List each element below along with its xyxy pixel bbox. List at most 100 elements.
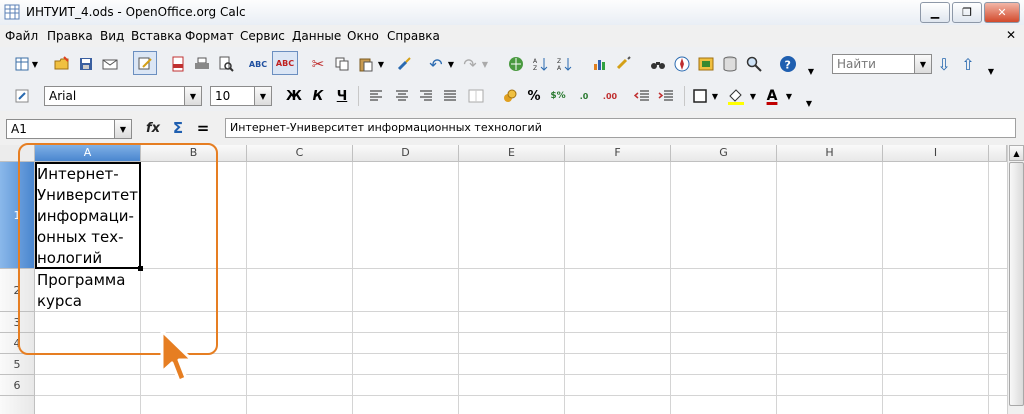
- column-header-g[interactable]: G: [671, 145, 777, 162]
- hyperlink-icon[interactable]: [506, 54, 526, 74]
- new-dropdown-icon[interactable]: ▼: [30, 54, 40, 74]
- navigator-icon[interactable]: [672, 54, 692, 74]
- underline-button[interactable]: Ч: [332, 86, 352, 106]
- borders-icon[interactable]: [690, 86, 710, 106]
- name-box[interactable]: A1 ▼: [6, 119, 132, 139]
- find-toolbar-options-icon[interactable]: ▼: [986, 61, 996, 81]
- find-previous-icon[interactable]: ⇧: [958, 54, 978, 74]
- column-header-d[interactable]: D: [353, 145, 459, 162]
- zoom-icon[interactable]: [744, 54, 764, 74]
- column-header-i[interactable]: I: [883, 145, 989, 162]
- datasources-icon[interactable]: [720, 54, 740, 74]
- bold-button[interactable]: Ж: [284, 86, 304, 106]
- edit-file-icon[interactable]: [133, 51, 157, 75]
- gridline: [988, 162, 989, 414]
- menu-help[interactable]: Справка: [387, 29, 440, 43]
- print-preview-icon[interactable]: [216, 54, 236, 74]
- maximize-button[interactable]: ❐: [952, 2, 982, 23]
- format-paintbrush-icon[interactable]: [394, 54, 414, 74]
- close-document-icon[interactable]: ✕: [1006, 28, 1016, 42]
- function-wizard-icon[interactable]: fx: [143, 118, 163, 138]
- background-color-icon[interactable]: [726, 86, 746, 106]
- row-header-7[interactable]: [0, 396, 35, 414]
- calc-app-icon: [4, 4, 20, 20]
- menu-edit[interactable]: Правка: [47, 29, 93, 43]
- spellcheck-icon[interactable]: ABC: [248, 54, 268, 74]
- menu-data[interactable]: Данные: [292, 29, 341, 43]
- font-size-select[interactable]: 10 ▼: [210, 86, 272, 106]
- new-document-icon[interactable]: [12, 54, 32, 74]
- paste-dropdown-icon[interactable]: ▼: [376, 54, 386, 74]
- formatting-toolbar-options-icon[interactable]: ▼: [804, 93, 814, 113]
- font-color-dropdown-icon[interactable]: ▼: [784, 86, 794, 106]
- minimize-button[interactable]: ▁: [920, 2, 950, 23]
- undo-icon[interactable]: ↶: [426, 54, 446, 74]
- sum-icon[interactable]: Σ: [168, 118, 188, 138]
- font-name-select[interactable]: Arial ▼: [44, 86, 202, 106]
- merge-cells-icon[interactable]: [466, 86, 486, 106]
- vertical-scrollbar[interactable]: ▲: [1007, 145, 1024, 414]
- redo-dropdown-icon[interactable]: ▼: [480, 54, 490, 74]
- find-next-icon[interactable]: ⇩: [934, 54, 954, 74]
- scrollbar-thumb[interactable]: [1009, 162, 1024, 406]
- close-button[interactable]: ✕: [984, 2, 1020, 23]
- undo-dropdown-icon[interactable]: ▼: [446, 54, 456, 74]
- scroll-up-icon[interactable]: ▲: [1009, 145, 1024, 161]
- row-header-5[interactable]: 5: [0, 354, 35, 375]
- redo-icon[interactable]: ↷: [460, 54, 480, 74]
- paste-icon[interactable]: [356, 54, 376, 74]
- help-icon[interactable]: ?: [778, 54, 798, 74]
- menu-file[interactable]: Файл: [5, 29, 38, 43]
- email-icon[interactable]: [100, 54, 120, 74]
- delete-decimal-button[interactable]: .00: [600, 86, 620, 106]
- find-dropdown-icon[interactable]: ▼: [914, 55, 931, 73]
- export-pdf-icon[interactable]: [168, 54, 188, 74]
- sort-ascending-icon[interactable]: AZ: [530, 54, 550, 74]
- formula-input[interactable]: Интернет-Университет информационных техн…: [225, 118, 1016, 138]
- sort-descending-icon[interactable]: ZA: [554, 54, 574, 74]
- menu-window[interactable]: Окно: [347, 29, 379, 43]
- background-color-dropdown-icon[interactable]: ▼: [748, 86, 758, 106]
- menu-view[interactable]: Вид: [100, 29, 124, 43]
- row-header-6[interactable]: 6: [0, 375, 35, 396]
- find-input[interactable]: Найти ▼: [832, 54, 932, 74]
- align-center-icon[interactable]: [392, 86, 412, 106]
- menu-format[interactable]: Формат: [185, 29, 234, 43]
- borders-dropdown-icon[interactable]: ▼: [710, 86, 720, 106]
- column-header-partial[interactable]: [989, 145, 1007, 162]
- gridline: [458, 162, 459, 414]
- autospellcheck-icon[interactable]: ABC: [272, 51, 298, 75]
- copy-icon[interactable]: [332, 54, 352, 74]
- percent-format-button[interactable]: %: [524, 86, 544, 106]
- decrease-indent-icon[interactable]: [632, 86, 652, 106]
- open-icon[interactable]: [52, 54, 72, 74]
- column-header-c[interactable]: C: [247, 145, 353, 162]
- draw-functions-icon[interactable]: [614, 54, 634, 74]
- save-icon[interactable]: [76, 54, 96, 74]
- styles-formatting-icon[interactable]: [12, 86, 32, 106]
- standard-format-button[interactable]: $%: [548, 86, 568, 106]
- justify-icon[interactable]: [440, 86, 460, 106]
- function-equals-icon[interactable]: =: [193, 118, 213, 138]
- find-replace-icon[interactable]: [648, 54, 668, 74]
- menu-insert[interactable]: Вставка: [131, 29, 182, 43]
- menu-tools[interactable]: Сервис: [240, 29, 285, 43]
- add-decimal-button[interactable]: .0: [574, 86, 594, 106]
- chart-icon[interactable]: [590, 54, 610, 74]
- italic-button[interactable]: К: [308, 86, 328, 106]
- font-name-dropdown-icon[interactable]: ▼: [184, 87, 201, 105]
- gallery-icon[interactable]: [696, 54, 716, 74]
- increase-indent-icon[interactable]: [656, 86, 676, 106]
- align-left-icon[interactable]: [366, 86, 386, 106]
- align-right-icon[interactable]: [416, 86, 436, 106]
- cut-icon[interactable]: ✂: [308, 54, 328, 74]
- name-box-dropdown-icon[interactable]: ▼: [114, 120, 131, 138]
- print-icon[interactable]: [192, 54, 212, 74]
- font-color-button[interactable]: A: [762, 86, 782, 106]
- toolbar-options-icon[interactable]: ▼: [806, 61, 816, 81]
- font-size-dropdown-icon[interactable]: ▼: [254, 87, 271, 105]
- column-header-f[interactable]: F: [565, 145, 671, 162]
- currency-format-icon[interactable]: [500, 86, 520, 106]
- column-header-h[interactable]: H: [777, 145, 883, 162]
- column-header-e[interactable]: E: [459, 145, 565, 162]
